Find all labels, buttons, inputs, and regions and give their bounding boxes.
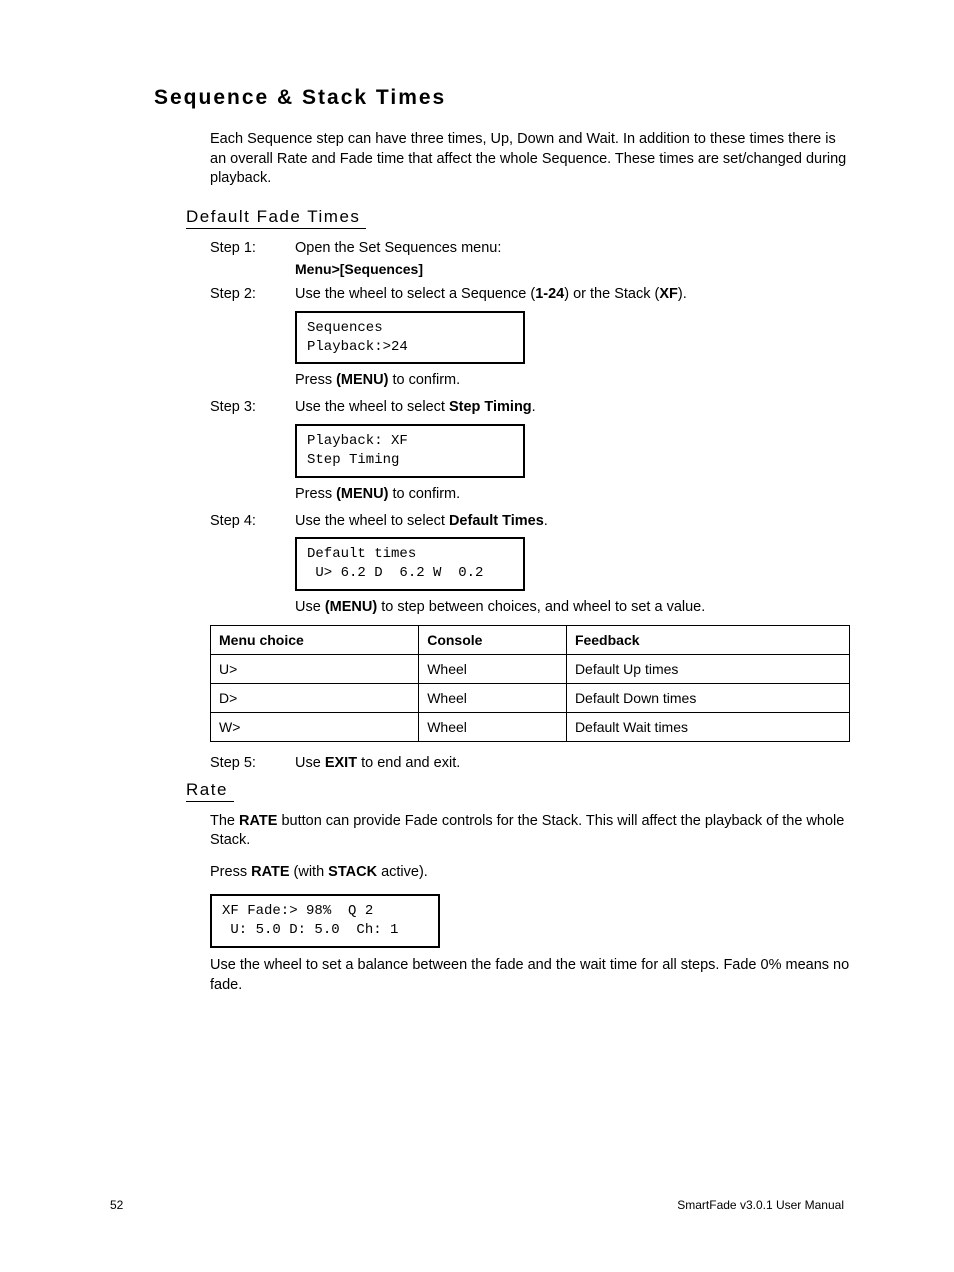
step-1-label: Step 1: <box>210 239 295 279</box>
step-2: Step 2: Use the wheel to select a Sequen… <box>210 285 850 305</box>
step-5-body: Use EXIT to end and exit. <box>295 754 850 774</box>
step-1-menu-path: Menu>[Sequences] <box>295 260 850 279</box>
step-3-body: Use the wheel to select Step Timing. <box>295 398 850 418</box>
rate-paragraph-1: The RATE button can provide Fade control… <box>210 812 850 851</box>
page-number: 52 <box>110 1198 123 1212</box>
step-1-text: Open the Set Sequences menu: <box>295 240 501 256</box>
doc-title-footer: SmartFade v3.0.1 User Manual <box>677 1198 844 1212</box>
step-1: Step 1: Open the Set Sequences menu: Men… <box>210 239 850 279</box>
rate-paragraph-3: Use the wheel to set a balance between t… <box>210 956 850 995</box>
th-feedback: Feedback <box>566 626 849 655</box>
step-2-label: Step 2: <box>210 285 295 305</box>
step-3: Step 3: Use the wheel to select Step Tim… <box>210 398 850 418</box>
th-menu-choice: Menu choice <box>211 626 419 655</box>
th-console: Console <box>419 626 567 655</box>
rate-paragraph-2: Press RATE (with STACK active). <box>210 863 850 883</box>
subhead-default-fade: Default Fade Times <box>186 207 366 229</box>
confirm-3: Use (MENU) to step between choices, and … <box>295 599 850 615</box>
step-4-label: Step 4: <box>210 512 295 532</box>
page-footer: 52 SmartFade v3.0.1 User Manual <box>110 1198 844 1212</box>
menu-path-a: Menu <box>295 261 332 277</box>
step-4: Step 4: Use the wheel to select Default … <box>210 512 850 532</box>
table-row: U> Wheel Default Up times <box>211 655 850 684</box>
table-row: W> Wheel Default Wait times <box>211 713 850 742</box>
menu-path-b: [Sequences] <box>340 261 423 277</box>
lcd-box-2: Playback: XF Step Timing <box>295 424 525 478</box>
step-2-body: Use the wheel to select a Sequence (1-24… <box>295 285 850 305</box>
step-3-label: Step 3: <box>210 398 295 418</box>
table-row: D> Wheel Default Down times <box>211 684 850 713</box>
step-4-body: Use the wheel to select Default Times. <box>295 512 850 532</box>
table-header-row: Menu choice Console Feedback <box>211 626 850 655</box>
lcd-box-1: Sequences Playback:>24 <box>295 311 525 365</box>
step-5: Step 5: Use EXIT to end and exit. <box>210 754 850 774</box>
lcd-box-3: Default times U> 6.2 D 6.2 W 0.2 <box>295 537 525 591</box>
menu-choice-table: Menu choice Console Feedback U> Wheel De… <box>210 625 850 742</box>
confirm-1: Press (MENU) to confirm. <box>295 372 850 388</box>
step-5-label: Step 5: <box>210 754 295 774</box>
menu-path-sep: > <box>332 261 340 277</box>
intro-paragraph: Each Sequence step can have three times,… <box>210 130 850 189</box>
section-title: Sequence & Stack Times <box>154 86 850 110</box>
confirm-2: Press (MENU) to confirm. <box>295 486 850 502</box>
lcd-box-4: XF Fade:> 98% Q 2 U: 5.0 D: 5.0 Ch: 1 <box>210 894 440 948</box>
subhead-rate: Rate <box>186 780 234 802</box>
